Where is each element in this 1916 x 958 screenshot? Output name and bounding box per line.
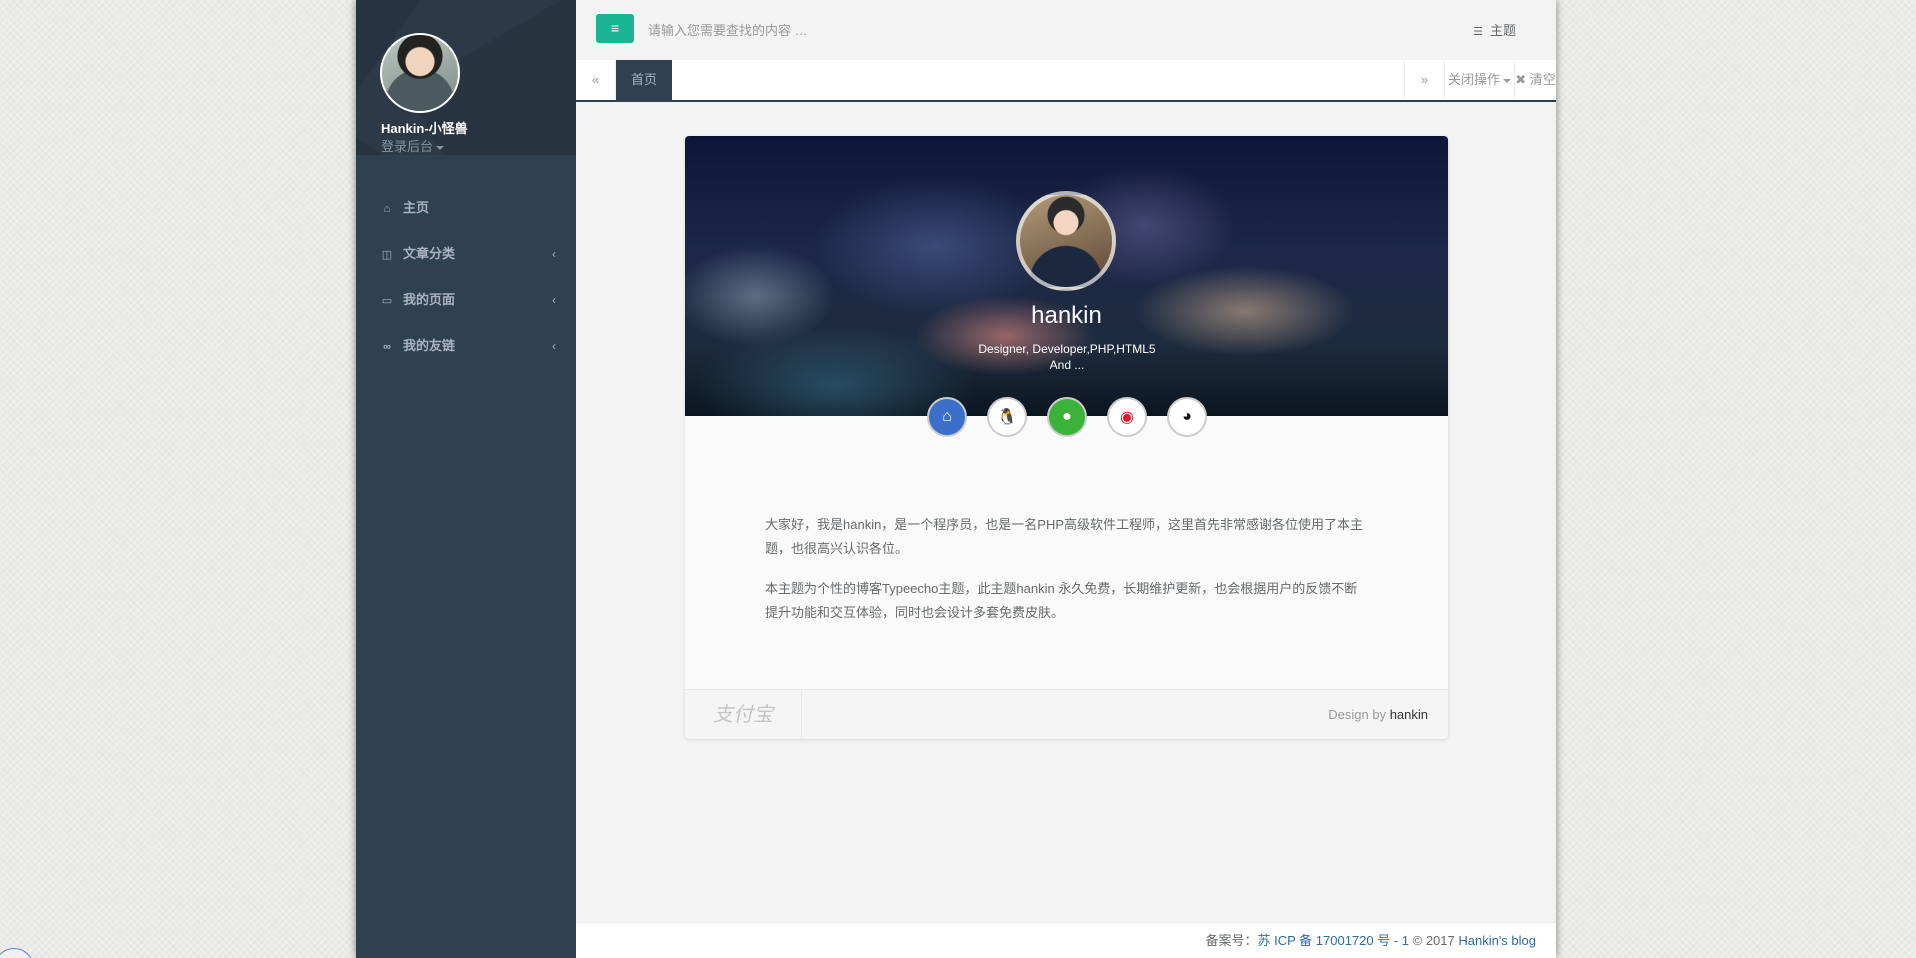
profile-name: hankin <box>1031 302 1102 329</box>
card-footer: 支付宝 Design by hankin <box>685 689 1448 739</box>
login-label: 登录后台 <box>381 139 434 154</box>
sidebar: Hankin-小怪兽 登录后台 ⌂ 主页 ◫ 文章分类 ‹ ▭ 我的页面 ‹ ∞ 我的友… <box>356 0 576 958</box>
intro-paragraph: 大家好，我是hankin，是一个程序员，也是一名PHP高级软件工程师，这里首先非… <box>765 517 1364 556</box>
corner-widget[interactable] <box>0 948 34 958</box>
menu-toggle-button[interactable]: ≡ <box>596 14 634 43</box>
search-input[interactable] <box>648 18 1148 42</box>
list-icon: ☰ <box>1473 26 1483 38</box>
chevron-left-icon: ‹ <box>552 339 556 353</box>
menu-icon: ≡ <box>610 20 620 36</box>
sidebar-item-label: 主页 <box>403 200 430 215</box>
caret-down-icon <box>1503 78 1511 83</box>
top-navbar: ≡ ☰ 主题 <box>576 0 1556 60</box>
wechat-icon[interactable]: ● <box>1047 397 1087 437</box>
intro-paragraph: 本主题为个性的博客Typeecho主题，此主题hankin 永久免费，长期维护更… <box>765 581 1358 620</box>
tab-home[interactable]: 首页 <box>616 60 672 100</box>
social-links: ⌂ 🐧 ● ◉ ◕ <box>927 397 1207 437</box>
backward-icon: « <box>591 72 600 87</box>
clear-label: 清空 <box>1529 72 1556 87</box>
theme-label: 主题 <box>1489 23 1516 38</box>
clear-tabs-button[interactable]: ✖ 清空 <box>1514 60 1556 100</box>
sidebar-item-label: 我的页面 <box>403 292 456 307</box>
sidebar-item-label: 文章分类 <box>403 246 456 261</box>
weibo-icon[interactable]: ◉ <box>1107 397 1147 437</box>
sidebar-item-links[interactable]: ∞ 我的友链 ‹ <box>356 323 576 369</box>
tabs-scroll-right-button[interactable]: » <box>1404 60 1444 100</box>
profile-avatar <box>1016 191 1116 291</box>
design-author-link[interactable]: hankin <box>1390 707 1428 722</box>
copyright-text: © 2017 <box>1409 933 1459 948</box>
blog-link[interactable]: Hankin's blog <box>1458 933 1536 948</box>
design-credit: Design by hankin <box>1328 707 1428 722</box>
columns-icon: ◫ <box>381 249 393 261</box>
profile-hero: hankin Designer, Developer,PHP,HTML5 And… <box>685 136 1448 416</box>
user-name: Hankin-小怪兽 <box>381 121 468 136</box>
qq-icon[interactable]: 🐧 <box>987 397 1027 437</box>
login-dropdown[interactable]: 登录后台 <box>381 136 445 155</box>
profile-description: Designer, Developer,PHP,HTML5 And ... <box>956 341 1178 373</box>
desktop-icon: ▭ <box>381 295 393 307</box>
alipay-logo[interactable]: 支付宝 <box>685 690 802 739</box>
design-by-prefix: Design by <box>1328 707 1387 722</box>
profile-card: hankin Designer, Developer,PHP,HTML5 And… <box>685 136 1448 739</box>
tabs-bar: « 首页 » 关闭操作 ✖ 清空 <box>576 60 1556 102</box>
close-icon: ✖ <box>1515 72 1527 87</box>
icp-link[interactable]: 苏 ICP 备 17001720 号 - 1 <box>1258 933 1410 948</box>
icp-prefix: 备案号： <box>1205 933 1258 948</box>
profile-description-line: Designer, Developer,PHP,HTML5 <box>978 342 1156 356</box>
tabs-scroll-left-button[interactable]: « <box>576 60 616 100</box>
main-page: ≡ ☰ 主题 « 首页 » 关闭操作 ✖ 清空 hankin Designer, … <box>576 0 1556 958</box>
home-icon: ⌂ <box>383 203 391 215</box>
profile-intro: 大家好，我是hankin，是一个程序员，也是一名PHP高级软件工程师，这里首先非… <box>765 513 1368 625</box>
sidebar-item-categories[interactable]: ◫ 文章分类 ‹ <box>356 231 576 277</box>
profile-description-line: And ... <box>1049 358 1085 372</box>
sidebar-item-label: 我的友链 <box>403 338 456 353</box>
close-operations-label: 关闭操作 <box>1447 72 1500 87</box>
app-wrapper: Hankin-小怪兽 登录后台 ⌂ 主页 ◫ 文章分类 ‹ ▭ 我的页面 ‹ ∞ 我的友… <box>356 0 1556 958</box>
forward-icon: » <box>1420 72 1429 87</box>
github-icon[interactable]: ◕ <box>1167 397 1207 437</box>
home-icon[interactable]: ⌂ <box>927 397 967 437</box>
profile-header: Hankin-小怪兽 登录后台 <box>356 0 576 155</box>
sidebar-item-home[interactable]: ⌂ 主页 <box>356 185 576 231</box>
sidebar-menu: ⌂ 主页 ◫ 文章分类 ‹ ▭ 我的页面 ‹ ∞ 我的友链 ‹ <box>356 185 576 369</box>
close-operations-dropdown[interactable]: 关闭操作 <box>1444 60 1514 100</box>
user-avatar[interactable] <box>380 33 460 113</box>
page-footer: 备案号：苏 ICP 备 17001720 号 - 1 © 2017 Hankin… <box>576 922 1556 958</box>
link-icon: ∞ <box>383 341 391 353</box>
caret-down-icon <box>436 145 445 150</box>
chevron-left-icon: ‹ <box>552 247 556 261</box>
sidebar-item-pages[interactable]: ▭ 我的页面 ‹ <box>356 277 576 323</box>
theme-button[interactable]: ☰ 主题 <box>1473 20 1516 39</box>
chevron-left-icon: ‹ <box>552 293 556 307</box>
